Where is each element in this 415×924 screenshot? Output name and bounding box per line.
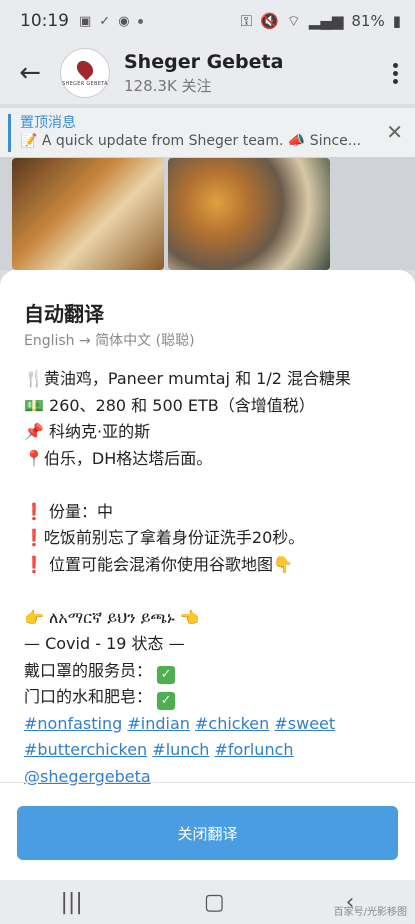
battery-icon: ▮ — [392, 12, 401, 30]
mention-line: @shegergebeta — [24, 764, 394, 791]
text-content: 位置可能会混淆你使用谷歌地图👇 — [49, 554, 293, 574]
divider — [0, 782, 415, 783]
watermark: 百家号/光影移图 — [333, 907, 407, 918]
hashtag-link[interactable]: #forlunch — [214, 740, 293, 759]
channel-name: Sheger Gebeta — [124, 50, 284, 73]
close-icon: ✕ — [386, 120, 403, 144]
text-content: 门口的水和肥皂： — [24, 687, 153, 706]
recent-apps-icon[interactable]: ||| — [61, 890, 83, 915]
check-icon: ✓ — [99, 13, 111, 29]
exclamation-icon: ❗ — [24, 554, 44, 574]
battery-label: 81% — [351, 12, 385, 30]
pinned-accent-bar — [8, 114, 11, 152]
app-icon: ◉ — [118, 13, 130, 29]
text-line: ❗ 位置可能会混淆你使用谷歌地图👇 — [24, 552, 394, 579]
close-pinned-button[interactable]: ✕ — [386, 120, 403, 144]
text-line: — Covid - 19 状态 — — [24, 634, 185, 653]
system-icons: ⚿ 🔇 ⌔ ▂▄▆ 81% ▮ — [241, 12, 401, 31]
more-dot-icon — [137, 18, 143, 24]
translated-text: 🍴黄油鸡，Paneer mumtaj 和 1/2 混合糖果 💵 260、280 … — [24, 366, 394, 790]
text-line: 💵 260、280 和 500 ETB（含增值税） — [24, 395, 315, 415]
text-line: 📌 科纳克·亚的斯 — [24, 422, 151, 441]
food-photo[interactable] — [168, 158, 330, 270]
close-translation-button[interactable]: 关闭翻译 — [17, 806, 398, 860]
back-button[interactable]: ← — [0, 58, 60, 88]
channel-info[interactable]: Sheger Gebeta 128.3K 关注 — [124, 51, 283, 96]
food-photo[interactable] — [12, 158, 164, 270]
status-bar: 10:19 ▣ ✓ ◉ ⚿ 🔇 ⌔ ▂▄▆ 81% ▮ — [0, 0, 415, 42]
kebab-dot-icon — [392, 70, 398, 76]
text-line: 戴口罩的服务员： ✓ — [24, 658, 394, 685]
hashtag-link[interactable]: #nonfasting — [24, 714, 122, 733]
text-line: 🍴黄油鸡，Paneer mumtaj 和 1/2 混合糖果 — [24, 369, 351, 388]
avatar-brand-text: SHEGER GEBETA — [62, 80, 108, 87]
pinned-title: 置顶消息 — [20, 115, 76, 131]
text-line: ❗ 份量：中 — [24, 499, 394, 526]
home-icon[interactable]: ▢ — [204, 890, 225, 915]
text-content: 份量：中 — [49, 501, 114, 521]
notification-icons: ▣ ✓ ◉ — [79, 14, 143, 29]
map-pin-icon — [73, 57, 97, 80]
status-time: 10:19 — [20, 11, 69, 31]
kebab-dot-icon — [392, 62, 398, 68]
wifi-icon: ⌔ — [286, 11, 301, 30]
hashtag-link[interactable]: #lunch — [152, 740, 209, 759]
gallery-icon: ▣ — [79, 13, 92, 29]
text-content: 戴口罩的服务员： — [24, 660, 153, 680]
hashtag-link[interactable]: #indian — [127, 714, 190, 733]
subscriber-count: 128.3K 关注 — [124, 76, 212, 95]
text-line: 门口的水和肥皂： ✓ — [24, 684, 394, 711]
more-options-button[interactable] — [375, 62, 415, 84]
exclamation-icon: ❗ — [24, 528, 44, 547]
hashtag-link[interactable]: #butterchicken — [24, 740, 147, 759]
arrow-left-icon: ← — [19, 58, 41, 88]
chat-header: ← SHEGER GEBETA Sheger Gebeta 128.3K 关注 — [0, 42, 415, 104]
key-icon: ⚿ — [240, 12, 252, 30]
mute-icon: 🔇 — [259, 12, 279, 30]
signal-icon: ▂▄▆ — [308, 12, 344, 30]
photo-grid — [0, 158, 415, 270]
pinned-text: 📝 A quick update from Sheger team. 📣 Sin… — [20, 133, 362, 149]
language-pair: English → 简体中文 (聪聪) — [24, 333, 195, 349]
hashtag-link[interactable]: #sweet — [274, 714, 335, 733]
check-mark-icon: ✓ — [157, 692, 176, 710]
exclamation-icon: ❗ — [24, 501, 44, 521]
channel-avatar[interactable]: SHEGER GEBETA — [60, 48, 110, 98]
text-line: 👉 ለአማርኛ ይህን ይጫኑ 👈 — [24, 607, 200, 627]
text-content: 吃饭前别忘了拿着身份证洗手20秒。 — [43, 528, 305, 547]
hashtags-line: #butterchicken #lunch #forlunch — [24, 737, 394, 764]
check-mark-icon: ✓ — [157, 665, 176, 684]
text-line: ❗吃饭前别忘了拿着身份证洗手20秒。 — [24, 525, 394, 552]
sheet-title: 自动翻译 — [24, 302, 104, 326]
kebab-dot-icon — [392, 78, 398, 84]
hashtags-line: #nonfasting #indian #chicken #sweet — [24, 711, 394, 738]
hashtag-link[interactable]: #chicken — [195, 714, 269, 733]
pinned-message-bar[interactable]: 置顶消息 📝 A quick update from Sheger team. … — [0, 108, 415, 158]
translation-sheet: 自动翻译 English → 简体中文 (聪聪) 🍴黄油鸡，Paneer mum… — [0, 270, 415, 880]
text-line: 📍伯乐，DH格达塔后面。 — [24, 448, 213, 468]
